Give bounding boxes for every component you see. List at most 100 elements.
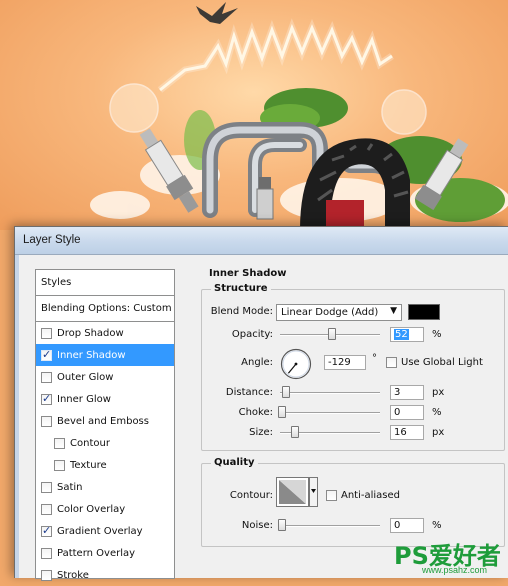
choke-unit: % bbox=[432, 407, 442, 418]
style-item-label: Inner Shadow bbox=[57, 349, 126, 361]
style-item-checkbox[interactable] bbox=[41, 392, 52, 405]
contour-label: Contour: bbox=[229, 490, 273, 501]
style-item-label: Outer Glow bbox=[57, 371, 114, 383]
opacity-input[interactable]: 52 bbox=[390, 327, 424, 342]
style-item-inner-shadow[interactable]: Inner Shadow bbox=[36, 344, 174, 366]
angle-dial[interactable] bbox=[280, 348, 312, 380]
right-orb bbox=[381, 89, 427, 135]
style-item-label: Color Overlay bbox=[57, 503, 126, 515]
style-item-contour[interactable]: Contour bbox=[36, 432, 174, 454]
opacity-slider-thumb[interactable] bbox=[328, 328, 336, 340]
dialog-title: Layer Style bbox=[23, 234, 81, 246]
bird-illustration bbox=[196, 2, 238, 24]
blending-options-item[interactable]: Blending Options: Custom bbox=[36, 296, 174, 322]
spark-plug-middle bbox=[256, 177, 274, 220]
style-item-checkbox[interactable] bbox=[41, 327, 52, 339]
opacity-unit: % bbox=[432, 329, 442, 340]
use-global-light-checkbox[interactable] bbox=[386, 357, 397, 368]
dialog-titlebar[interactable]: Layer Style bbox=[15, 227, 508, 255]
distance-label: Distance: bbox=[225, 387, 273, 398]
angle-unit: ° bbox=[372, 353, 377, 364]
blend-mode-dropdown[interactable]: Linear Dodge (Add) ▼ bbox=[276, 304, 402, 321]
distance-slider-thumb[interactable] bbox=[282, 386, 290, 398]
watermark-url: www.psahz.com bbox=[422, 565, 488, 575]
choke-slider-track[interactable] bbox=[280, 412, 380, 414]
opacity-label: Opacity: bbox=[231, 329, 273, 340]
noise-unit: % bbox=[432, 520, 442, 531]
noise-input[interactable]: 0 bbox=[390, 518, 424, 533]
styles-list: Styles Blending Options: Custom Drop Sha… bbox=[35, 269, 175, 581]
blend-mode-label: Blend Mode: bbox=[210, 306, 273, 317]
angle-value: -129 bbox=[328, 357, 351, 368]
style-item-texture[interactable]: Texture bbox=[36, 454, 174, 476]
size-unit: px bbox=[432, 427, 445, 438]
distance-slider-track[interactable] bbox=[280, 392, 380, 394]
size-input[interactable]: 16 bbox=[390, 425, 424, 440]
style-item-label: Inner Glow bbox=[57, 393, 111, 405]
style-item-label: Texture bbox=[70, 459, 107, 471]
styles-header[interactable]: Styles bbox=[36, 270, 174, 296]
choke-slider-thumb[interactable] bbox=[278, 406, 286, 418]
style-item-checkbox[interactable] bbox=[41, 569, 52, 581]
size-value: 16 bbox=[394, 427, 407, 438]
size-label: Size: bbox=[249, 427, 273, 438]
blend-mode-value: Linear Dodge (Add) bbox=[281, 307, 379, 318]
distance-unit: px bbox=[432, 387, 445, 398]
anti-aliased-checkbox[interactable] bbox=[326, 490, 337, 501]
background-artwork bbox=[0, 0, 508, 230]
opacity-value: 52 bbox=[394, 329, 409, 340]
style-item-checkbox[interactable] bbox=[41, 547, 52, 559]
contour-picker[interactable] bbox=[276, 477, 318, 507]
choke-value: 0 bbox=[394, 407, 401, 418]
layer-style-dialog: Layer Style Styles Blending Options: Cus… bbox=[14, 226, 508, 581]
blending-options-label: Blending Options: Custom bbox=[41, 303, 172, 314]
use-global-light-label: Use Global Light bbox=[401, 357, 483, 368]
style-item-label: Drop Shadow bbox=[57, 327, 124, 339]
style-item-pattern-overlay[interactable]: Pattern Overlay bbox=[36, 542, 174, 564]
style-item-checkbox[interactable] bbox=[41, 371, 52, 383]
style-item-inner-glow[interactable]: Inner Glow bbox=[36, 388, 174, 410]
panel-title: Inner Shadow bbox=[209, 268, 287, 279]
size-slider-thumb[interactable] bbox=[291, 426, 299, 438]
style-item-label: Gradient Overlay bbox=[57, 525, 143, 537]
style-item-label: Stroke bbox=[57, 569, 89, 581]
style-item-label: Satin bbox=[57, 481, 83, 493]
style-item-gradient-overlay[interactable]: Gradient Overlay bbox=[36, 520, 174, 542]
style-item-label: Pattern Overlay bbox=[57, 547, 136, 559]
style-item-checkbox[interactable] bbox=[41, 524, 52, 537]
noise-value: 0 bbox=[394, 520, 401, 531]
distance-input[interactable]: 3 bbox=[390, 385, 424, 400]
style-item-satin[interactable]: Satin bbox=[36, 476, 174, 498]
structure-group: Structure Blend Mode: Linear Dodge (Add)… bbox=[201, 283, 505, 451]
anti-aliased-label: Anti-aliased bbox=[341, 490, 401, 501]
chevron-down-icon: ▼ bbox=[390, 306, 397, 316]
style-item-drop-shadow[interactable]: Drop Shadow bbox=[36, 322, 174, 344]
dialog-body: Styles Blending Options: Custom Drop Sha… bbox=[15, 255, 508, 581]
structure-title: Structure bbox=[211, 283, 271, 294]
quality-title: Quality bbox=[211, 457, 258, 468]
styles-header-label: Styles bbox=[41, 277, 72, 288]
watermark: PS爱好者 www.psahz.com bbox=[394, 536, 508, 578]
style-item-outer-glow[interactable]: Outer Glow bbox=[36, 366, 174, 388]
style-item-stroke[interactable]: Stroke bbox=[36, 564, 174, 586]
style-item-checkbox[interactable] bbox=[54, 437, 65, 449]
distance-value: 3 bbox=[394, 387, 401, 398]
style-item-checkbox[interactable] bbox=[41, 415, 52, 427]
style-item-checkbox[interactable] bbox=[41, 481, 52, 493]
style-item-checkbox[interactable] bbox=[41, 503, 52, 515]
noise-label: Noise: bbox=[241, 520, 273, 531]
choke-input[interactable]: 0 bbox=[390, 405, 424, 420]
style-item-color-overlay[interactable]: Color Overlay bbox=[36, 498, 174, 520]
angle-input[interactable]: -129 bbox=[324, 355, 366, 370]
angle-label: Angle: bbox=[241, 357, 273, 368]
noise-slider-track[interactable] bbox=[280, 525, 380, 527]
style-item-label: Contour bbox=[70, 437, 110, 449]
left-orb bbox=[109, 83, 159, 133]
style-item-bevel-and-emboss[interactable]: Bevel and Emboss bbox=[36, 410, 174, 432]
style-item-checkbox[interactable] bbox=[41, 348, 52, 361]
choke-label: Choke: bbox=[238, 407, 273, 418]
noise-slider-thumb[interactable] bbox=[278, 519, 286, 531]
shadow-color-swatch[interactable] bbox=[408, 304, 440, 320]
style-item-checkbox[interactable] bbox=[54, 459, 65, 471]
quality-group: Quality Contour: Anti-aliased Noise: 0 % bbox=[201, 457, 505, 547]
